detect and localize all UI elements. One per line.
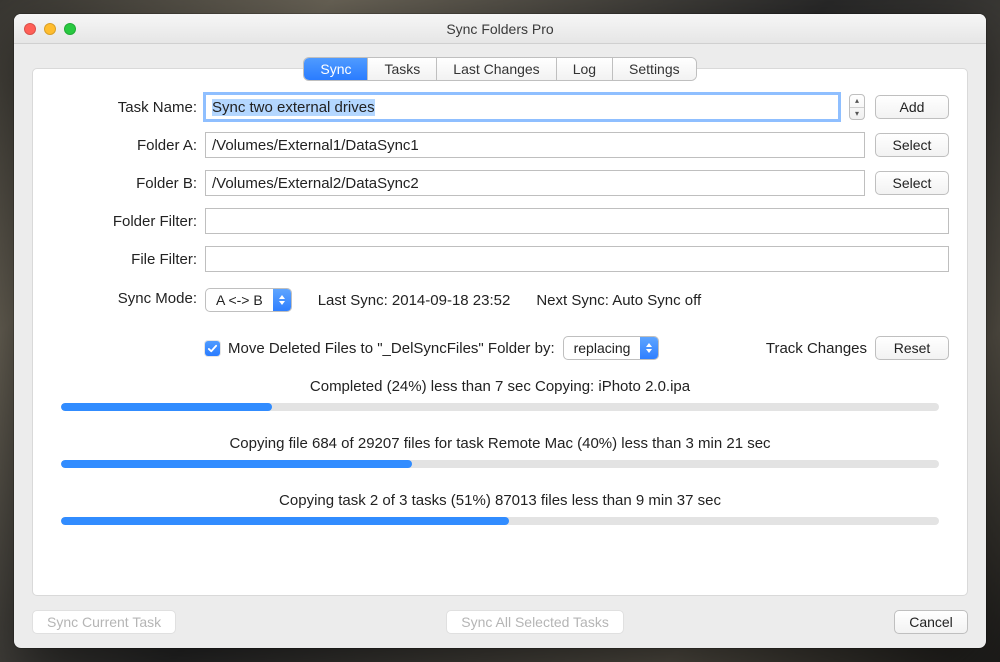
label-file-filter: File Filter: — [51, 251, 197, 268]
task-name-input[interactable]: Sync two external drives — [205, 94, 839, 120]
progress-text-2: Copying file 684 of 29207 files for task… — [61, 435, 939, 452]
move-deleted-mode-select[interactable]: replacing — [563, 336, 660, 360]
tab-sync[interactable]: Sync — [304, 58, 368, 80]
progress-fill-2 — [61, 460, 412, 468]
chevron-up-icon[interactable]: ▴ — [850, 95, 864, 108]
reset-button[interactable]: Reset — [875, 336, 949, 360]
move-deleted-mode-value: replacing — [564, 337, 641, 359]
checkmark-icon — [207, 343, 218, 354]
close-icon[interactable] — [24, 23, 36, 35]
label-folder-filter: Folder Filter: — [51, 213, 197, 230]
progress-fill-3 — [61, 517, 509, 525]
tab-bar: Sync Tasks Last Changes Log Settings — [33, 58, 967, 80]
form: Task Name: Sync two external drives ▴ ▾ … — [33, 94, 967, 360]
chevron-down-icon[interactable]: ▾ — [850, 108, 864, 120]
app-window: Sync Folders Pro Sync Tasks Last Changes… — [14, 14, 986, 648]
sync-all-button[interactable]: Sync All Selected Tasks — [446, 610, 624, 634]
sync-current-button[interactable]: Sync Current Task — [32, 610, 176, 634]
footer: Sync Current Task Sync All Selected Task… — [14, 610, 986, 648]
content-pane: Sync Tasks Last Changes Log Settings Tas… — [32, 68, 968, 596]
sync-mode-select[interactable]: A <-> B — [205, 288, 292, 312]
progress-area: Completed (24%) less than 7 sec Copying:… — [33, 360, 967, 539]
tab-tasks[interactable]: Tasks — [368, 58, 437, 80]
progress-block-1: Completed (24%) less than 7 sec Copying:… — [61, 378, 939, 411]
move-deleted-checkbox[interactable] — [205, 341, 220, 356]
label-folder-a: Folder A: — [51, 137, 197, 154]
progress-bar-2 — [61, 460, 939, 468]
select-folder-b-button[interactable]: Select — [875, 171, 949, 195]
move-deleted-label: Move Deleted Files to "_DelSyncFiles" Fo… — [228, 340, 555, 357]
last-sync-text: Last Sync: 2014-09-18 23:52 — [318, 292, 511, 309]
updown-icon — [273, 289, 291, 311]
folder-filter-input[interactable] — [205, 208, 949, 234]
progress-text-3: Copying task 2 of 3 tasks (51%) 87013 fi… — [61, 492, 939, 509]
progress-bar-3 — [61, 517, 939, 525]
progress-block-3: Copying task 2 of 3 tasks (51%) 87013 fi… — [61, 492, 939, 525]
zoom-icon[interactable] — [64, 23, 76, 35]
sync-mode-value: A <-> B — [206, 289, 273, 311]
tab-log[interactable]: Log — [557, 58, 613, 80]
label-task-name: Task Name: — [51, 99, 197, 116]
progress-block-2: Copying file 684 of 29207 files for task… — [61, 435, 939, 468]
progress-fill-1 — [61, 403, 272, 411]
updown-icon — [640, 337, 658, 359]
window-title: Sync Folders Pro — [14, 21, 986, 37]
traffic-lights — [24, 23, 76, 35]
cancel-button[interactable]: Cancel — [894, 610, 968, 634]
add-button[interactable]: Add — [875, 95, 949, 119]
tab-settings[interactable]: Settings — [613, 58, 696, 80]
tabs: Sync Tasks Last Changes Log Settings — [304, 58, 695, 80]
folder-a-input[interactable] — [205, 132, 865, 158]
track-changes-label: Track Changes — [766, 340, 867, 357]
folder-b-input[interactable] — [205, 170, 865, 196]
tab-lastchanges[interactable]: Last Changes — [437, 58, 556, 80]
task-stepper[interactable]: ▴ ▾ — [849, 94, 865, 120]
select-folder-a-button[interactable]: Select — [875, 133, 949, 157]
progress-bar-1 — [61, 403, 939, 411]
task-name-value: Sync two external drives — [212, 99, 375, 116]
titlebar: Sync Folders Pro — [14, 14, 986, 44]
label-sync-mode: Sync Mode: — [51, 290, 197, 307]
next-sync-text: Next Sync: Auto Sync off — [536, 292, 701, 309]
file-filter-input[interactable] — [205, 246, 949, 272]
label-folder-b: Folder B: — [51, 175, 197, 192]
progress-text-1: Completed (24%) less than 7 sec Copying:… — [61, 378, 939, 395]
minimize-icon[interactable] — [44, 23, 56, 35]
